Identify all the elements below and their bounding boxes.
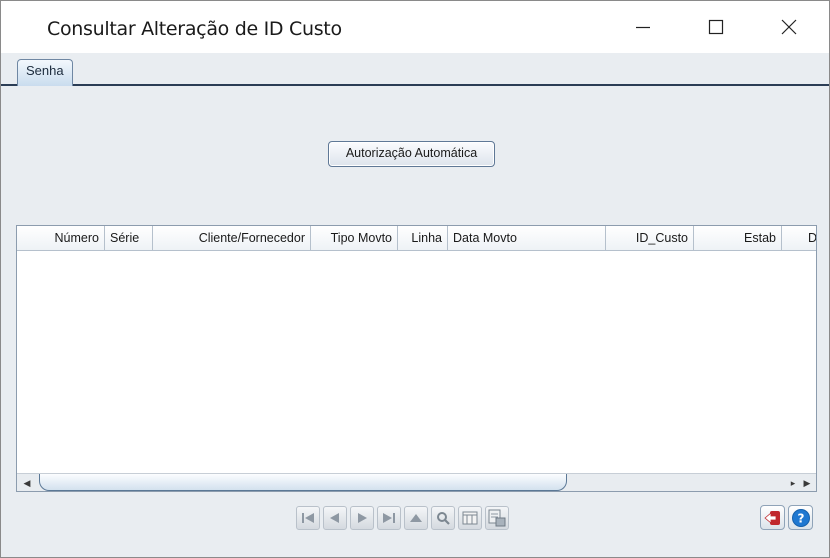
record-navigation — [296, 506, 509, 530]
auto-authorization-button[interactable]: Autorização Automática — [328, 141, 495, 167]
close-button[interactable] — [777, 15, 801, 39]
first-record-icon — [302, 513, 314, 523]
help-button[interactable]: ? — [788, 505, 813, 530]
list-view-button[interactable] — [458, 506, 482, 530]
column-header-linha[interactable]: Linha — [398, 226, 448, 251]
go-to-button[interactable] — [404, 506, 428, 530]
last-record-icon — [383, 513, 395, 523]
window-title: Consultar Alteração de ID Custo — [47, 18, 342, 40]
first-record-button[interactable] — [296, 506, 320, 530]
export-icon — [488, 509, 506, 527]
maximize-icon — [708, 19, 724, 35]
help-icon: ? — [791, 508, 810, 527]
grid-body — [17, 252, 816, 474]
search-button[interactable] — [431, 506, 455, 530]
close-icon — [781, 19, 797, 35]
previous-record-button[interactable] — [323, 506, 347, 530]
next-record-button[interactable] — [350, 506, 374, 530]
column-header-estab[interactable]: Estab — [694, 226, 782, 251]
tab-senha[interactable]: Senha — [17, 59, 73, 86]
maximize-button[interactable] — [704, 15, 728, 39]
column-header-cliente-fornecedor[interactable]: Cliente/Fornecedor — [153, 226, 311, 251]
search-icon — [437, 512, 450, 525]
scroll-right-icon[interactable]: ▶ — [801, 477, 813, 489]
horizontal-scrollbar[interactable]: ◀ ▸ ▶ — [17, 473, 816, 491]
results-grid[interactable]: Número Série Cliente/Fornecedor Tipo Mov… — [16, 225, 817, 492]
column-header-d[interactable]: D — [782, 226, 816, 251]
column-header-id-custo[interactable]: ID_Custo — [606, 226, 694, 251]
column-header-tipo-movto[interactable]: Tipo Movto — [311, 226, 398, 251]
title-bar: Consultar Alteração de ID Custo — [1, 1, 829, 53]
column-header-serie[interactable]: Série — [105, 226, 153, 251]
minimize-icon — [636, 26, 650, 29]
export-button[interactable] — [485, 506, 509, 530]
main-panel: Autorização Automática Número Série Clie… — [1, 86, 829, 557]
list-view-icon — [462, 511, 478, 525]
previous-record-icon — [330, 513, 339, 523]
last-record-button[interactable] — [377, 506, 401, 530]
column-header-numero[interactable]: Número — [17, 226, 105, 251]
minimize-button[interactable] — [631, 15, 655, 39]
scrollbar-thumb[interactable] — [39, 474, 567, 491]
scroll-left-icon[interactable]: ◀ — [21, 477, 33, 489]
exit-icon — [763, 510, 780, 525]
svg-text:?: ? — [797, 511, 804, 525]
app-window: Consultar Alteração de ID Custo Senha Au… — [0, 0, 830, 558]
tab-strip: Senha — [1, 53, 829, 86]
exit-button[interactable] — [760, 505, 785, 530]
scroll-right-fill-icon: ▸ — [790, 478, 796, 488]
next-record-icon — [358, 513, 367, 523]
column-header-data-movto[interactable]: Data Movto — [448, 226, 606, 251]
go-to-icon — [410, 514, 422, 522]
grid-header: Número Série Cliente/Fornecedor Tipo Mov… — [17, 226, 816, 251]
